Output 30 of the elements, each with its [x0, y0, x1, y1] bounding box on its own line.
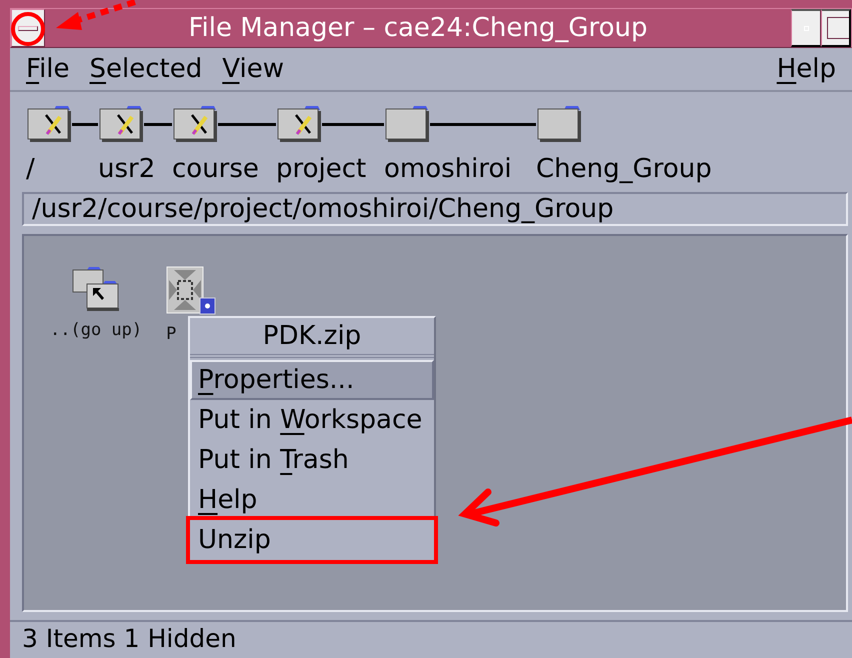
- archive-file-icon[interactable]: [166, 266, 216, 316]
- file-label: ..(go up): [50, 319, 142, 342]
- parent-folder-icon[interactable]: [71, 266, 122, 312]
- locked-folder-icon[interactable]: [172, 103, 218, 143]
- annotation-circle: [11, 12, 45, 46]
- path-field[interactable]: /usr2/course/project/omoshiroi/Cheng_Group: [22, 192, 848, 226]
- menu-item[interactable]: View: [212, 49, 294, 89]
- locked-folder-icon[interactable]: [276, 103, 322, 143]
- menu-item[interactable]: Put in Trash: [190, 440, 434, 480]
- menu-item[interactable]: Selected: [80, 49, 212, 89]
- help-menu[interactable]: Help: [766, 49, 846, 89]
- menu-item[interactable]: Properties...: [190, 360, 434, 400]
- status-bar: 3 Items 1 Hidden: [10, 620, 852, 658]
- minimize-button[interactable]: [791, 9, 821, 47]
- path-label: omoshiroi: [384, 153, 513, 186]
- locked-folder-icon[interactable]: [98, 103, 144, 143]
- menu-item[interactable]: File: [16, 49, 80, 89]
- path-label: usr2: [98, 153, 156, 186]
- path-label: /: [26, 153, 36, 186]
- window-title: File Manager – cae24:Cheng_Group: [188, 13, 648, 43]
- folder-icon[interactable]: [536, 103, 582, 143]
- folder-icon[interactable]: [384, 103, 430, 143]
- locked-folder-icon[interactable]: [26, 103, 72, 143]
- path-label: Cheng_Group: [536, 153, 712, 186]
- menu-item[interactable]: Put in Workspace: [190, 400, 434, 440]
- maximize-button[interactable]: [821, 9, 851, 47]
- path-label: project: [276, 153, 368, 186]
- menu-item[interactable]: Help: [190, 480, 434, 520]
- path-label: course: [172, 153, 260, 186]
- file-label: P: [166, 323, 176, 346]
